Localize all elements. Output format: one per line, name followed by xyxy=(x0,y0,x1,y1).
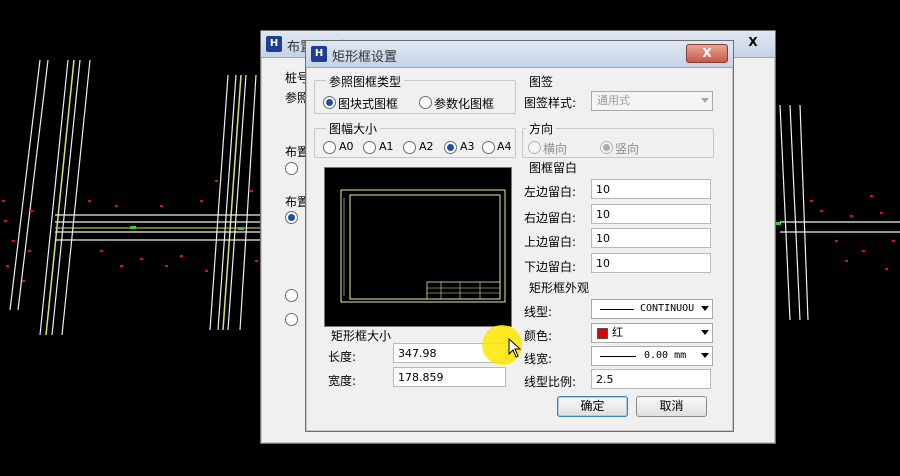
title-block-style-value: 通用式 xyxy=(597,94,630,107)
chevron-down-icon xyxy=(701,306,709,311)
right-margin-label: 右边留白: xyxy=(524,211,577,225)
app-logo-icon: H xyxy=(311,46,327,62)
back-dialog-close-button[interactable]: X xyxy=(733,34,773,51)
radio-block-frame-label[interactable]: 图块式图框 xyxy=(338,95,398,112)
chevron-down-icon xyxy=(701,353,709,358)
radio-portrait[interactable] xyxy=(600,141,613,154)
margins-title: 图框留白 xyxy=(526,159,581,176)
back-radio-3[interactable] xyxy=(285,289,298,302)
color-swatch xyxy=(597,328,608,339)
chevron-down-icon xyxy=(701,330,709,335)
chevron-down-icon xyxy=(701,98,709,103)
appearance-title: 矩形框外观 xyxy=(526,279,593,296)
radio-sheet-a0-label[interactable]: A0 xyxy=(339,140,354,153)
sheet-size-title: 图幅大小 xyxy=(326,120,381,137)
top-margin-input[interactable]: 10 xyxy=(591,228,711,248)
radio-sheet-a4-label[interactable]: A4 xyxy=(497,140,512,153)
back-right-panel xyxy=(733,61,764,401)
right-margin-input[interactable]: 10 xyxy=(591,204,711,224)
lineweight-value: 0.00 mm xyxy=(644,350,687,361)
color-select[interactable]: 红 xyxy=(591,323,713,343)
width-label: 宽度: xyxy=(328,374,357,388)
ltscale-input[interactable]: 2.5 xyxy=(591,369,711,389)
color-label: 颜色: xyxy=(524,329,553,343)
radio-block-frame[interactable] xyxy=(323,96,336,109)
color-value: 红 xyxy=(612,326,623,339)
title-block-style-select[interactable]: 通用式 xyxy=(591,91,713,111)
dialog-titlebar[interactable]: H 矩形框设置 X xyxy=(306,41,733,68)
linetype-label: 线型: xyxy=(524,305,553,319)
dialog-title: 矩形框设置 xyxy=(332,50,398,65)
frame-settings-dialog: H 矩形框设置 X 参照图框类型 图块式图框 参数化图框 图签 图签样式: 通用… xyxy=(305,40,734,432)
ok-button[interactable]: 确定 xyxy=(557,396,628,417)
radio-sheet-a3[interactable] xyxy=(444,141,457,154)
back-radio-2[interactable] xyxy=(285,211,298,224)
lineweight-label: 线宽: xyxy=(524,352,553,366)
linetype-select[interactable]: CONTINUOU xyxy=(591,299,713,319)
left-margin-label: 左边留白: xyxy=(524,185,577,199)
bottom-margin-label: 下边留白: xyxy=(524,260,577,274)
radio-sheet-a2[interactable] xyxy=(403,141,416,154)
bottom-margin-input[interactable]: 10 xyxy=(591,253,711,273)
radio-sheet-a0[interactable] xyxy=(323,141,336,154)
radio-landscape[interactable] xyxy=(528,141,541,154)
radio-sheet-a1[interactable] xyxy=(363,141,376,154)
width-input[interactable]: 178.859 xyxy=(393,367,506,387)
lineweight-select[interactable]: 0.00 mm xyxy=(591,346,713,366)
cancel-button[interactable]: 取消 xyxy=(636,396,707,417)
top-margin-label: 上边留白: xyxy=(524,235,577,249)
left-margin-input[interactable]: 10 xyxy=(591,179,711,199)
line-sample-icon xyxy=(600,356,636,357)
orientation-title: 方向 xyxy=(526,120,557,137)
road-centerline xyxy=(45,59,75,336)
mouse-pointer-icon xyxy=(508,338,522,358)
frame-preview xyxy=(324,167,512,327)
ltscale-label: 线型比例: xyxy=(524,375,577,389)
back-radio-4[interactable] xyxy=(285,313,298,326)
radio-landscape-label[interactable]: 横向 xyxy=(543,140,567,157)
road-right xyxy=(209,74,257,331)
radio-sheet-a4[interactable] xyxy=(482,141,495,154)
frame-size-title: 矩形框大小 xyxy=(328,327,395,344)
app-logo-icon: H xyxy=(266,36,282,52)
radio-param-frame[interactable] xyxy=(419,96,432,109)
radio-sheet-a2-label[interactable]: A2 xyxy=(419,140,434,153)
length-label: 长度: xyxy=(328,350,357,364)
frame-type-title: 参照图框类型 xyxy=(326,73,405,90)
radio-portrait-label[interactable]: 竖向 xyxy=(615,140,639,157)
linetype-value: CONTINUOU xyxy=(640,303,695,314)
radio-param-frame-label[interactable]: 参数化图框 xyxy=(434,95,494,112)
title-block-title: 图签 xyxy=(526,73,557,90)
frame-preview-drawing xyxy=(340,189,506,303)
radio-sheet-a1-label[interactable]: A1 xyxy=(379,140,394,153)
back-radio-1[interactable] xyxy=(285,162,298,175)
line-sample-icon xyxy=(600,309,634,310)
dialog-close-button[interactable]: X xyxy=(686,44,728,63)
title-block-style-label: 图签样式: xyxy=(524,96,577,110)
radio-sheet-a3-label[interactable]: A3 xyxy=(460,140,475,153)
